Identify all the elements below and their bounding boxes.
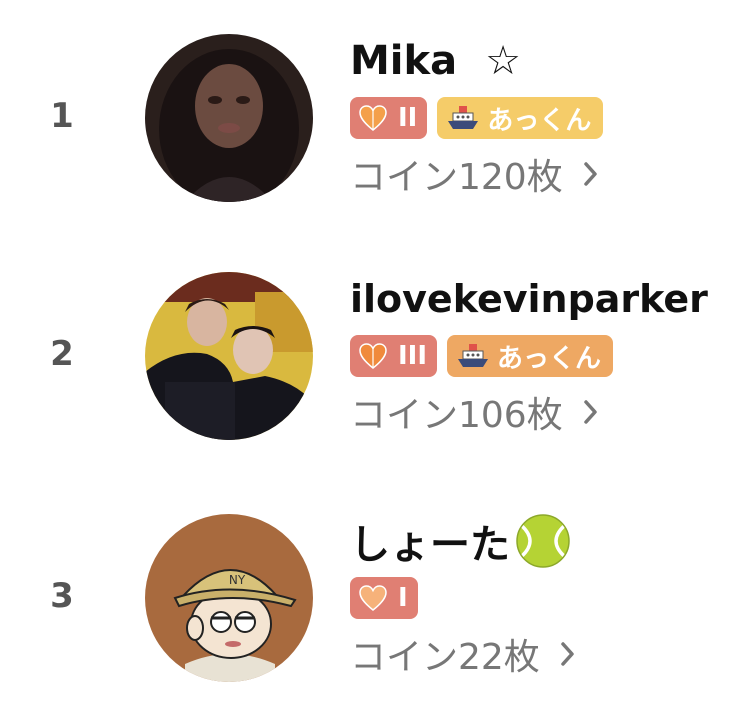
star-icon: ☆	[485, 38, 521, 84]
coin-count: コイン120枚	[350, 157, 563, 198]
user-name[interactable]: Mika	[350, 38, 457, 84]
svg-text:NY: NY	[229, 573, 246, 587]
coin-count-link[interactable]: コイン22枚	[350, 632, 750, 678]
rank-number: 1	[50, 96, 74, 136]
coin-count-link[interactable]: コイン106枚	[350, 390, 750, 436]
chevron-right-icon	[583, 400, 597, 424]
coin-count: コイン106枚	[350, 395, 563, 436]
avatar-photo	[145, 272, 313, 440]
heart-icon	[359, 585, 387, 611]
ranking-row[interactable]: 3 NY しょーた I コイン22枚	[0, 510, 756, 690]
ship-icon	[448, 106, 479, 129]
ranking-row[interactable]: 2 ilovekevinparker III あっくん コイン106枚	[0, 268, 756, 448]
level-badge-label: II	[398, 103, 418, 133]
team-badge[interactable]: あっくん	[447, 335, 614, 377]
avatar-photo	[145, 34, 313, 202]
user-name[interactable]: ilovekevinparker	[350, 277, 708, 321]
ranking-row[interactable]: 1 Mika ☆ II あっくん コイン120枚	[0, 30, 756, 210]
level-badge[interactable]: III	[350, 335, 438, 377]
user-name[interactable]: しょーた	[350, 512, 510, 570]
heart-icon	[359, 343, 387, 369]
heart-icon	[359, 105, 387, 131]
chevron-right-icon	[583, 162, 597, 186]
avatar[interactable]	[145, 34, 313, 202]
avatar-cartoon: NY	[145, 514, 313, 682]
team-badge[interactable]: あっくん	[437, 97, 604, 139]
level-badge[interactable]: II	[350, 97, 428, 139]
team-badge-label: あっくん	[497, 343, 602, 374]
rank-number: 2	[50, 334, 74, 374]
avatar[interactable]: NY	[145, 514, 313, 682]
level-badge[interactable]: I	[350, 577, 418, 619]
level-badge-label: I	[398, 583, 408, 613]
avatar[interactable]	[145, 272, 313, 440]
coin-count: コイン22枚	[350, 637, 540, 678]
chevron-right-icon	[561, 642, 574, 666]
team-badge-label: あっくん	[487, 105, 592, 136]
rank-number: 3	[50, 576, 74, 616]
level-badge-label: III	[398, 341, 428, 371]
tennis-ball-icon	[516, 514, 570, 568]
coin-count-link[interactable]: コイン120枚	[350, 152, 750, 198]
ship-icon	[458, 344, 489, 367]
